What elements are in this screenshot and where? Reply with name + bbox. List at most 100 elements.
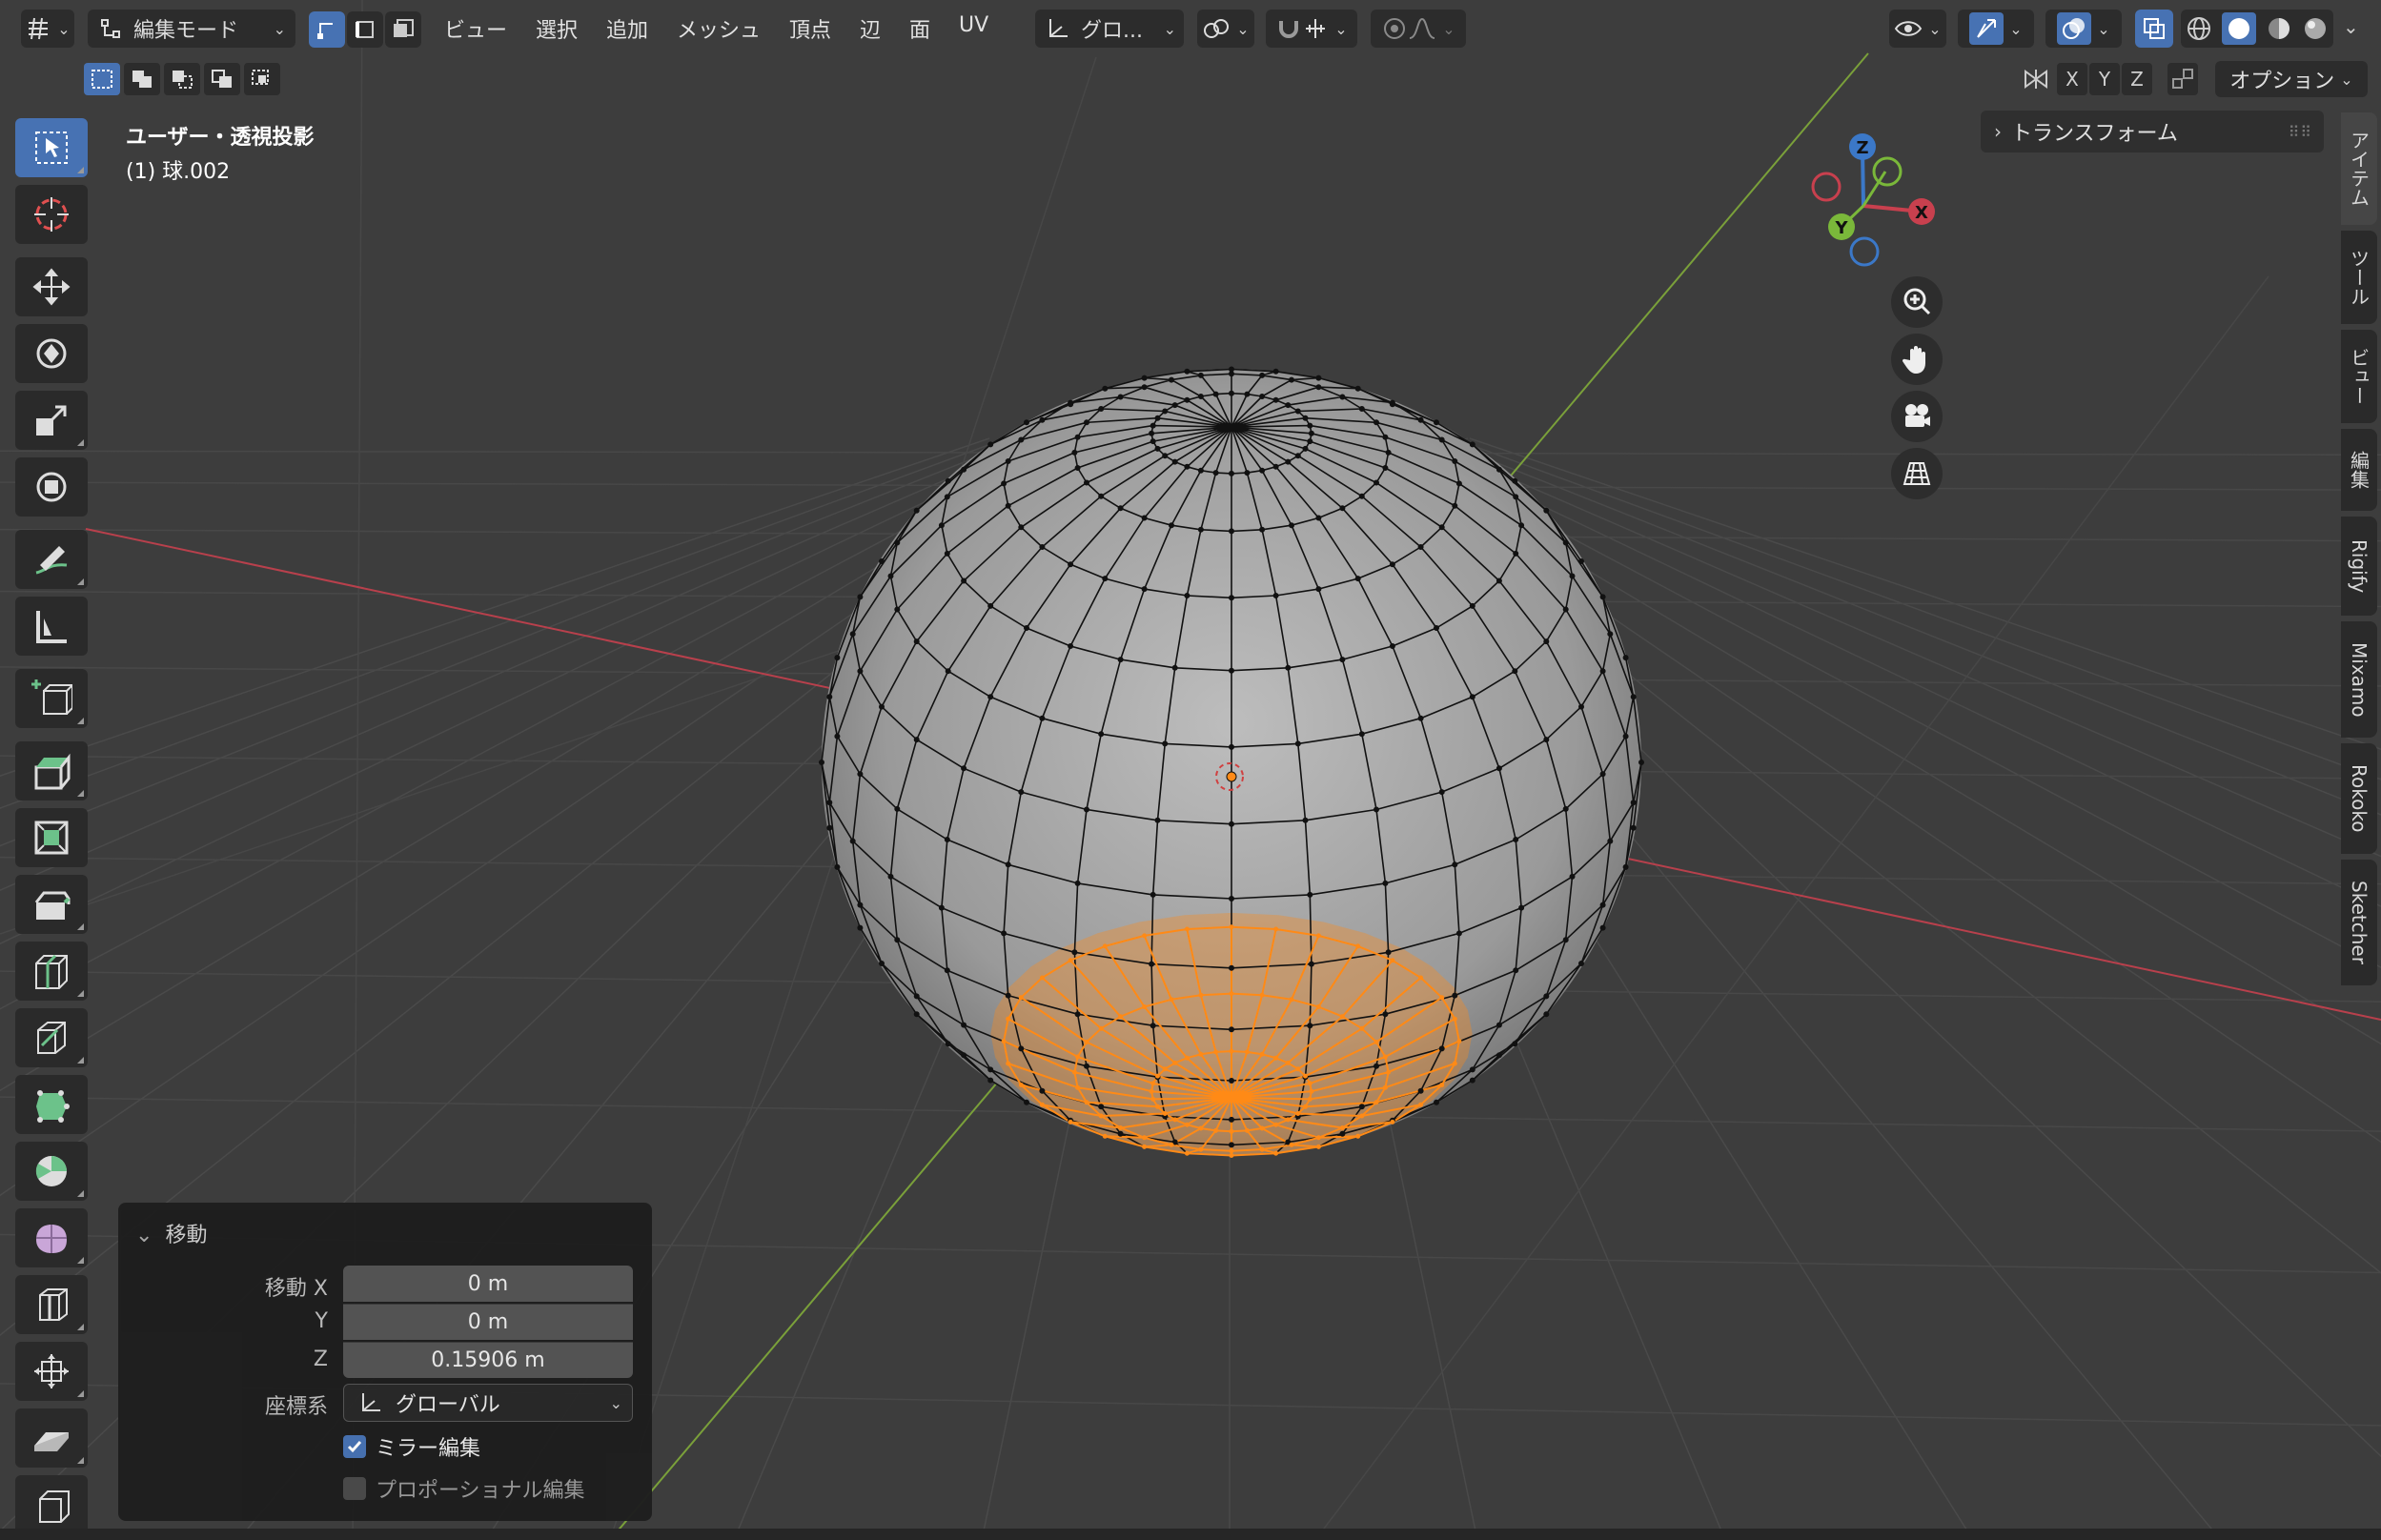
select-new-button[interactable] xyxy=(84,63,120,95)
mirror-z-button[interactable]: Z xyxy=(2122,63,2152,95)
redo-panel-header[interactable]: ⌄ 移動 xyxy=(135,1218,207,1248)
select-invert-button[interactable] xyxy=(204,63,240,95)
visibility-select[interactable]: ⌄ xyxy=(1889,10,1946,48)
menu-face[interactable]: 面 xyxy=(909,13,930,44)
tool-cursor[interactable] xyxy=(15,185,88,244)
menu-vertex[interactable]: 頂点 xyxy=(789,13,831,44)
move-y-field[interactable]: 0 m xyxy=(343,1304,633,1340)
proportional-edit-toggle[interactable]: ⌄ xyxy=(1371,10,1466,48)
edge-select-button[interactable] xyxy=(347,11,383,48)
poly-build-icon xyxy=(36,1090,70,1123)
xray-toggle[interactable] xyxy=(2135,10,2173,48)
tool-move[interactable] xyxy=(15,257,88,316)
tool-inset[interactable] xyxy=(15,808,88,867)
tool-poly-build[interactable] xyxy=(15,1075,88,1134)
camera-view-button[interactable] xyxy=(1891,391,1943,442)
overlay-circles-icon xyxy=(2063,18,2086,39)
face-select-button[interactable] xyxy=(385,11,421,48)
rip-region-icon xyxy=(39,1490,70,1523)
vertex-select-button[interactable] xyxy=(309,11,345,48)
tab-edit[interactable]: 編集 xyxy=(2341,429,2377,511)
tab-view[interactable]: ビュー xyxy=(2341,330,2377,423)
mode-label: 編集モード xyxy=(133,19,239,43)
gizmo-neg-z-handle[interactable] xyxy=(1849,236,1880,267)
orientation-select[interactable]: グローバル ⌄ xyxy=(343,1384,633,1422)
mirror-edit-checkbox[interactable]: ミラー編集 xyxy=(343,1431,480,1462)
auto-merge-icon xyxy=(2172,69,2193,89)
tab-item[interactable]: アイテム xyxy=(2341,112,2377,225)
transform-orientation-select[interactable]: グロ... ⌄ xyxy=(1035,10,1184,48)
mirror-axis-icon-button[interactable] xyxy=(2021,63,2051,95)
select-intersect-button[interactable] xyxy=(244,63,280,95)
tool-shrink-fatten[interactable] xyxy=(15,1342,88,1401)
tool-measure[interactable] xyxy=(15,597,88,656)
menu-uv[interactable]: UV xyxy=(959,13,988,37)
selection-box-modes xyxy=(84,63,280,95)
tool-spin[interactable] xyxy=(15,1142,88,1201)
menu-add[interactable]: 追加 xyxy=(606,13,648,44)
orientation-axes-icon xyxy=(362,1393,380,1411)
tab-rokoko[interactable]: Rokoko xyxy=(2341,743,2377,854)
tool-loop-cut[interactable] xyxy=(15,942,88,1001)
auto-merge-button[interactable] xyxy=(2167,63,2198,95)
tab-rigify[interactable]: Rigify xyxy=(2341,517,2377,616)
material-shading-icon[interactable] xyxy=(2266,15,2292,42)
ortho-toggle-button[interactable] xyxy=(1891,448,1943,499)
zoom-view-button[interactable] xyxy=(1891,276,1943,328)
tool-bevel[interactable] xyxy=(15,875,88,934)
npanel-tabs: アイテム ツール ビュー 編集 Rigify Mixamo Rokoko Ske… xyxy=(2341,112,2379,991)
overlay-toggle[interactable]: ⌄ xyxy=(2045,10,2122,48)
navigation-gizmo[interactable]: X Z Y xyxy=(1811,130,1944,273)
tool-scale[interactable] xyxy=(15,391,88,450)
rendered-shading-icon[interactable] xyxy=(2302,15,2329,42)
select-intersect-icon xyxy=(252,70,269,85)
menu-view[interactable]: ビュー xyxy=(444,13,507,44)
tool-menu-corner xyxy=(77,1324,84,1330)
options-dropdown[interactable]: オプション ⌄ xyxy=(2215,61,2368,97)
tool-rip-region[interactable] xyxy=(15,1475,88,1534)
pan-view-button[interactable] xyxy=(1891,334,1943,385)
snap-toggle[interactable]: ⌄ xyxy=(1266,10,1357,48)
tool-select-box[interactable] xyxy=(15,118,88,177)
gizmo-button[interactable] xyxy=(1969,12,2005,45)
tool-transform[interactable] xyxy=(15,457,88,517)
gizmo-y-handle[interactable] xyxy=(1872,156,1903,187)
tab-tool[interactable]: ツール xyxy=(2341,231,2377,324)
menu-mesh[interactable]: メッシュ xyxy=(677,13,761,44)
tool-rotate[interactable] xyxy=(15,324,88,383)
mirror-checkbox-box[interactable] xyxy=(343,1435,366,1458)
tool-annotate[interactable] xyxy=(15,530,88,589)
tool-shear[interactable] xyxy=(15,1408,88,1468)
mode-select[interactable]: 編集モード ⌄ xyxy=(88,10,295,48)
select-extend-button[interactable] xyxy=(124,63,160,95)
transform-panel-header[interactable]: › トランスフォーム ⠿⠿ xyxy=(1981,111,2324,152)
editor-type-button[interactable]: ⌄ xyxy=(21,10,74,48)
tab-sketcher[interactable]: Sketcher xyxy=(2341,860,2377,985)
solid-shading-button[interactable] xyxy=(2222,12,2256,45)
tool-knife[interactable] xyxy=(15,1008,88,1067)
select-subtract-button[interactable] xyxy=(164,63,200,95)
shading-options-chevron-icon[interactable]: ⌄ xyxy=(2343,15,2359,38)
proportional-edit-checkbox[interactable]: プロポーショナル編集 xyxy=(343,1473,585,1504)
pivot-point-select[interactable]: ⌄ xyxy=(1197,10,1254,48)
proportional-checkbox-box[interactable] xyxy=(343,1477,366,1500)
move-z-field[interactable]: 0.15906 m xyxy=(343,1342,633,1378)
tab-mixamo[interactable]: Mixamo xyxy=(2341,621,2377,738)
mirror-x-button[interactable]: X xyxy=(2057,63,2087,95)
move-x-field[interactable]: 0 m xyxy=(343,1266,633,1302)
tool-smooth[interactable] xyxy=(15,1208,88,1267)
proportional-edit-label: プロポーショナル編集 xyxy=(376,1479,585,1503)
drag-handle-icon[interactable]: ⠿⠿ xyxy=(2289,123,2312,141)
tool-menu-corner xyxy=(77,1257,84,1264)
overlay-button[interactable] xyxy=(2057,12,2092,45)
mirror-y-button[interactable]: Y xyxy=(2089,63,2120,95)
view-name: ユーザー・透視投影 xyxy=(126,126,315,150)
menu-select[interactable]: 選択 xyxy=(536,13,578,44)
gizmo-neg-x-handle[interactable] xyxy=(1811,172,1842,202)
menu-edge[interactable]: 辺 xyxy=(860,13,881,44)
tool-edge-slide[interactable] xyxy=(15,1275,88,1334)
wireframe-shading-icon[interactable] xyxy=(2186,15,2212,42)
tool-add-cube[interactable] xyxy=(15,669,88,728)
tool-extrude[interactable] xyxy=(15,741,88,800)
gizmo-toggle[interactable]: ⌄ xyxy=(1958,10,2034,48)
